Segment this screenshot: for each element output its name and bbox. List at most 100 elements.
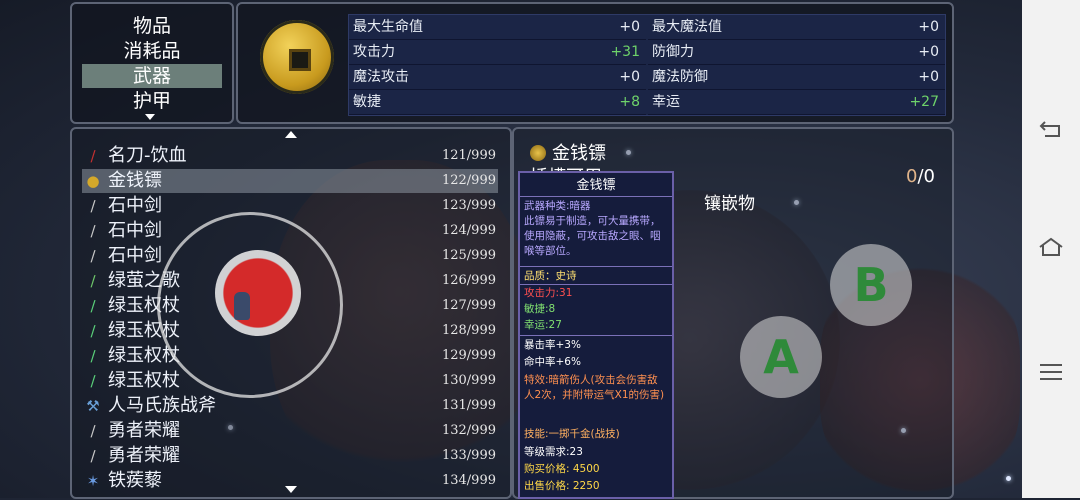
back-icon[interactable] xyxy=(1037,118,1065,142)
tooltip-attack: 攻击力:31 xyxy=(524,287,573,299)
item-count: 122/999 xyxy=(441,173,496,188)
socket-total: /0 xyxy=(917,166,935,187)
item-count: 132/999 xyxy=(441,423,496,438)
item-name: 金钱镖 xyxy=(108,170,162,191)
item-count: 133/999 xyxy=(441,448,496,463)
item-name: 石中剑 xyxy=(108,245,162,266)
stat-value: +0 xyxy=(918,69,939,85)
stat-value: +0 xyxy=(619,19,640,35)
item-count: 125/999 xyxy=(441,248,496,263)
stat-max-mp: 最大魔法值 +0 xyxy=(648,15,945,40)
category-items[interactable]: 物品 xyxy=(82,14,222,38)
stat-value: +0 xyxy=(918,19,939,35)
sword-icon: ∕ xyxy=(90,247,96,265)
stat-table: 最大生命值 +0 最大魔法值 +0 攻击力 +31 防御力 +0 魔法攻击 +0… xyxy=(348,14,946,116)
sword-icon: ∕ xyxy=(90,447,96,465)
stat-luck: 幸运 +27 xyxy=(648,90,945,115)
stat-attack: 攻击力 +31 xyxy=(349,40,646,65)
sword-icon: ∕ xyxy=(90,222,96,240)
scroll-down-arrow-icon[interactable] xyxy=(285,486,297,493)
tooltip-type: 武器种类:暗器 xyxy=(524,200,591,212)
item-count: 131/999 xyxy=(441,398,496,413)
tooltip-luck: 幸运:27 xyxy=(524,319,562,331)
coin-dart-icon: ● xyxy=(86,172,100,190)
tooltip-sell-price: 出售价格: 2250 xyxy=(524,480,600,492)
item-count: 126/999 xyxy=(441,273,496,288)
divider xyxy=(520,266,672,267)
tooltip-quality: 品质：史诗 xyxy=(524,270,577,282)
a-button[interactable]: A xyxy=(740,316,822,398)
sword-icon: ∕ xyxy=(90,197,96,215)
scroll-down-arrow-icon[interactable] xyxy=(145,114,155,120)
item-name: 石中剑 xyxy=(108,220,162,241)
item-count: 134/999 xyxy=(441,473,496,488)
inventory-item[interactable]: ● 金钱镖 122/999 xyxy=(82,169,498,193)
sword-icon: ∕ xyxy=(90,422,96,440)
inventory-item[interactable]: ∕ 石中剑 123/999 xyxy=(82,194,498,218)
stat-value: +31 xyxy=(610,44,640,60)
green-staff-icon: ∕ xyxy=(90,322,96,340)
item-count: 129/999 xyxy=(441,348,496,363)
green-staff-icon: ∕ xyxy=(90,347,96,365)
tooltip-agility: 敏捷:8 xyxy=(524,303,556,315)
tooltip-name: 金钱镖 xyxy=(576,178,616,193)
stat-label: 幸运 xyxy=(652,94,680,110)
item-name: 勇者荣耀 xyxy=(108,445,180,466)
scroll-up-arrow-icon[interactable] xyxy=(285,131,297,138)
green-sword-icon: ∕ xyxy=(90,272,96,290)
item-name: 勇者荣耀 xyxy=(108,420,180,441)
coin-dart-icon xyxy=(260,20,334,94)
b-button[interactable]: B xyxy=(830,244,912,326)
inventory-item[interactable]: ∕ 勇者荣耀 133/999 xyxy=(82,444,498,468)
item-tooltip: 金钱镖 武器种类:暗器 此镖易于制造，可大量携带，使用隐蔽，可攻击敌之眼、咽喉等… xyxy=(518,171,674,499)
stat-value: +0 xyxy=(918,44,939,60)
system-nav-bar xyxy=(1022,0,1080,498)
item-count: 128/999 xyxy=(441,323,496,338)
tooltip-hit: 命中率+6% xyxy=(524,356,581,368)
item-count: 121/999 xyxy=(441,148,496,163)
home-icon[interactable] xyxy=(1037,236,1065,260)
stat-value: +27 xyxy=(909,94,939,110)
stat-label: 最大魔法值 xyxy=(652,19,722,35)
item-name: 石中剑 xyxy=(108,195,162,216)
inventory-item[interactable]: ⚒ 人马氏族战斧 131/999 xyxy=(82,394,498,418)
item-count: 130/999 xyxy=(441,373,496,388)
stat-value: +8 xyxy=(619,94,640,110)
joystick-knob[interactable] xyxy=(215,250,301,336)
category-armor[interactable]: 护甲 xyxy=(82,89,222,113)
divider xyxy=(520,196,672,197)
sparkle xyxy=(1006,476,1011,481)
inventory-item[interactable]: ∕ 名刀-饮血 121/999 xyxy=(82,144,498,168)
axe-icon: ⚒ xyxy=(86,397,100,415)
stat-label: 最大生命值 xyxy=(353,19,423,35)
stat-defense: 防御力 +0 xyxy=(648,40,945,65)
item-name: 铁蒺藜 xyxy=(108,470,162,491)
item-count: 127/999 xyxy=(441,298,496,313)
item-count: 123/999 xyxy=(441,198,496,213)
inventory-item[interactable]: ∕ 勇者荣耀 132/999 xyxy=(82,419,498,443)
stat-magic-defense: 魔法防御 +0 xyxy=(648,65,945,90)
detail-title-text: 金钱镖 xyxy=(552,143,606,164)
category-panel: 物品 消耗品 武器 护甲 xyxy=(70,2,234,124)
detail-title: 金钱镖 xyxy=(530,139,606,165)
divider xyxy=(520,284,672,285)
stat-agility: 敏捷 +8 xyxy=(349,90,646,115)
category-consumables[interactable]: 消耗品 xyxy=(82,39,222,63)
category-weapons[interactable]: 武器 xyxy=(82,64,222,88)
tooltip-skill: 技能:一掷千金(战技) xyxy=(524,428,620,440)
stat-label: 魔法攻击 xyxy=(353,69,409,85)
red-blade-icon: ∕ xyxy=(90,147,96,165)
stat-label: 攻击力 xyxy=(353,44,395,60)
stat-label: 魔法防御 xyxy=(652,69,708,85)
player-avatar-icon xyxy=(234,292,250,320)
tooltip-level-req: 等级需求:23 xyxy=(524,446,583,458)
caltrop-icon: ✶ xyxy=(86,472,100,490)
item-name: 名刀-饮血 xyxy=(108,145,187,166)
stat-magic-attack: 魔法攻击 +0 xyxy=(349,65,646,90)
item-name: 人马氏族战斧 xyxy=(108,395,216,416)
stat-value: +0 xyxy=(619,69,640,85)
item-count: 124/999 xyxy=(441,223,496,238)
tooltip-buy-price: 购买价格: 4500 xyxy=(524,463,600,475)
menu-icon[interactable] xyxy=(1037,362,1065,386)
stats-panel: 最大生命值 +0 最大魔法值 +0 攻击力 +31 防御力 +0 魔法攻击 +0… xyxy=(236,2,954,124)
